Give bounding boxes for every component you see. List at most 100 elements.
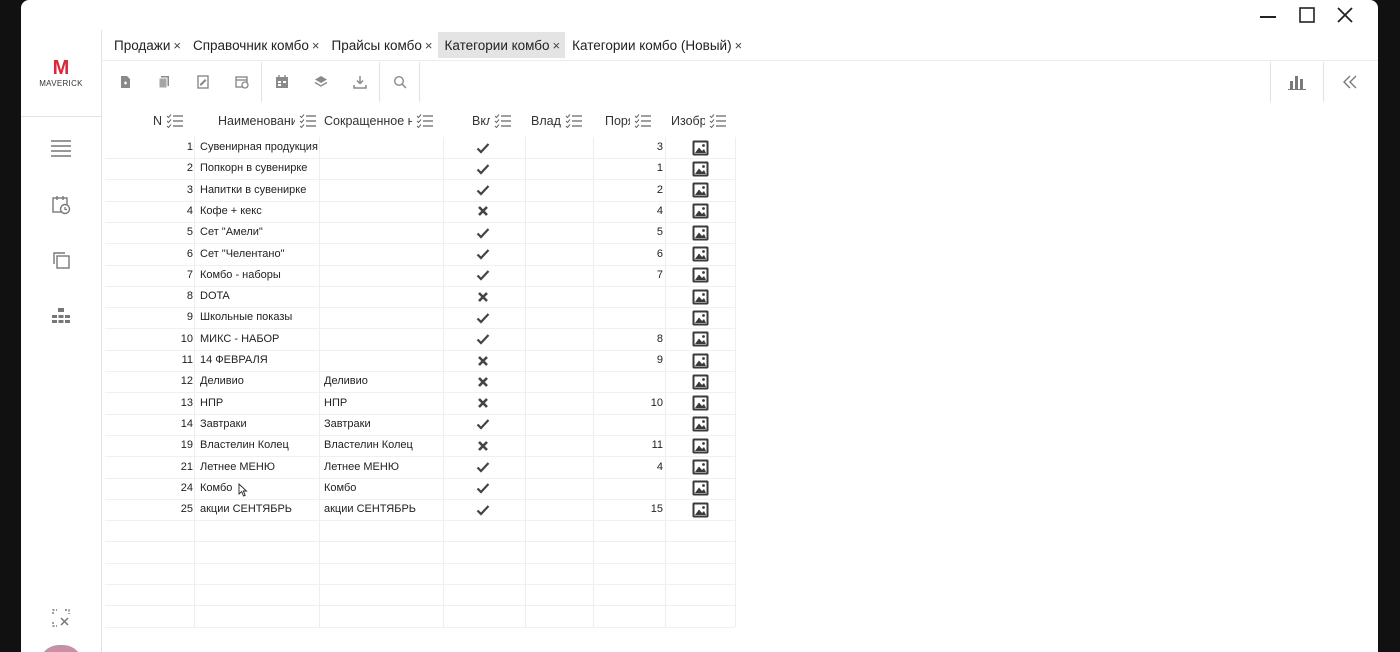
- avatar[interactable]: [39, 645, 83, 652]
- copy-document-icon[interactable]: [144, 62, 183, 102]
- column-filter-icon[interactable]: [412, 113, 434, 129]
- column-filter-icon[interactable]: [705, 113, 727, 129]
- table-row[interactable]: [105, 584, 735, 607]
- selection-close-icon[interactable]: [48, 605, 74, 631]
- image-icon[interactable]: [692, 222, 710, 243]
- table-row[interactable]: 7 Комбо - наборы 7: [105, 265, 735, 287]
- close-icon[interactable]: [1328, 4, 1362, 26]
- image-icon[interactable]: [692, 158, 710, 179]
- tab-3[interactable]: Прайсы комбо ×: [325, 32, 438, 58]
- image-icon[interactable]: [692, 499, 710, 520]
- image-icon[interactable]: [692, 286, 710, 307]
- tab-close-icon[interactable]: ×: [312, 38, 320, 53]
- copy-icon[interactable]: [48, 247, 74, 273]
- row-number: 19: [180, 439, 193, 452]
- row-order: 3: [656, 141, 663, 153]
- search-icon[interactable]: [380, 62, 419, 102]
- image-icon[interactable]: [692, 307, 710, 328]
- image-icon[interactable]: [692, 201, 710, 222]
- edit-document-icon[interactable]: [183, 62, 222, 102]
- table-row[interactable]: 12 Деливио Деливио: [105, 371, 735, 394]
- tab-close-icon[interactable]: ×: [735, 38, 743, 53]
- table-row[interactable]: 8 DOTA: [105, 286, 735, 309]
- column-header[interactable]: Изобр: [671, 111, 727, 131]
- tab-5[interactable]: Категории комбо (Новый) ×: [565, 32, 747, 58]
- table-row[interactable]: 14 Завтраки Завтраки: [105, 414, 735, 436]
- maximize-icon[interactable]: [1290, 4, 1324, 26]
- table-row[interactable]: 3 Напитки в сувенирке 2: [105, 180, 735, 202]
- table-row[interactable]: 9 Школьные показы: [105, 307, 735, 330]
- row-name: Кофе + кекс: [200, 204, 262, 217]
- hierarchy-icon[interactable]: [48, 303, 74, 329]
- table-row[interactable]: [105, 542, 735, 564]
- column-header[interactable]: Наименовани: [218, 111, 317, 131]
- table-row[interactable]: 19 Властелин Колец Властелин Колец 11: [105, 435, 735, 458]
- image-icon[interactable]: [692, 478, 710, 499]
- table-row[interactable]: 5 Сет "Амели" 5: [105, 222, 735, 245]
- tab-2[interactable]: Справочник комбо ×: [186, 32, 325, 58]
- table-row[interactable]: 13 НПР НПР 10: [105, 393, 735, 415]
- image-icon[interactable]: [692, 137, 710, 158]
- image-icon[interactable]: [692, 371, 710, 392]
- calendar-clock-icon[interactable]: [48, 192, 74, 218]
- row-short-name: [324, 244, 444, 265]
- check-icon: [475, 265, 491, 286]
- minimize-icon[interactable]: [1251, 4, 1285, 26]
- table-row[interactable]: 25 акции СЕНТЯБРЬ акции СЕНТЯБРЬ 15: [105, 499, 735, 522]
- layers-icon[interactable]: [301, 62, 340, 102]
- table-row[interactable]: [105, 563, 735, 585]
- collapse-panel-icon[interactable]: [1324, 62, 1376, 102]
- column-filter-icon[interactable]: [561, 113, 583, 129]
- image-icon[interactable]: [692, 180, 710, 201]
- menu-icon[interactable]: [48, 135, 74, 161]
- table-row[interactable]: 21 Летнее МЕНЮ Летнее МЕНЮ 4: [105, 457, 735, 479]
- tab-1[interactable]: Продажи ×: [107, 32, 186, 58]
- image-icon[interactable]: [692, 435, 710, 456]
- column-header[interactable]: Сокращенное на: [324, 111, 434, 131]
- table-row[interactable]: 4 Кофе + кекс 4: [105, 201, 735, 223]
- image-icon[interactable]: [692, 414, 710, 435]
- image-icon[interactable]: [692, 350, 710, 371]
- tab-4[interactable]: Категории комбо ×: [437, 32, 566, 58]
- row-number: 25: [180, 503, 193, 516]
- calendar-icon[interactable]: [262, 62, 301, 102]
- column-header[interactable]: Влад: [531, 111, 583, 131]
- table-row[interactable]: 10 МИКС - НАБОР 8: [105, 329, 735, 351]
- toolbar-separator: [419, 62, 420, 102]
- tab-label: Категории комбо: [444, 37, 550, 53]
- row-number: 24: [180, 481, 193, 494]
- column-header-label: Изобр: [671, 114, 705, 128]
- column-filter-icon[interactable]: [295, 113, 317, 129]
- row-order: 10: [650, 396, 663, 409]
- image-icon[interactable]: [692, 329, 710, 350]
- column-header[interactable]: Поря: [605, 111, 652, 131]
- bar-chart-icon[interactable]: [1271, 62, 1323, 102]
- tab-close-icon[interactable]: ×: [553, 38, 561, 53]
- column-filter-icon[interactable]: [162, 113, 184, 129]
- table-row[interactable]: 24 Комбо Комбо: [105, 478, 735, 500]
- tab-close-icon[interactable]: ×: [425, 38, 433, 53]
- image-icon[interactable]: [692, 393, 710, 414]
- logo-text: MAVERICK: [39, 79, 83, 88]
- row-short-name: Комбо: [324, 481, 357, 494]
- settings-document-icon[interactable]: [222, 62, 261, 102]
- image-icon[interactable]: [692, 457, 710, 478]
- table-row[interactable]: 11 14 ФЕВРАЛЯ 9: [105, 350, 735, 372]
- new-document-icon[interactable]: [105, 62, 144, 102]
- column-header[interactable]: N: [153, 111, 184, 131]
- column-header-label: Влад: [531, 114, 561, 128]
- column-filter-icon[interactable]: [490, 113, 512, 129]
- column-header[interactable]: Вкл: [472, 111, 512, 131]
- table-row[interactable]: 1 Сувенирная продукция 3: [105, 137, 735, 159]
- tab-close-icon[interactable]: ×: [173, 38, 181, 53]
- table-row[interactable]: 2 Попкорн в сувенирке 1: [105, 158, 735, 181]
- download-icon[interactable]: [340, 62, 379, 102]
- image-icon[interactable]: [692, 265, 710, 286]
- table-row[interactable]: 6 Сет "Челентано" 6: [105, 244, 735, 266]
- column-header-label: Вкл: [472, 114, 490, 128]
- table-row[interactable]: [105, 606, 735, 628]
- image-icon[interactable]: [692, 244, 710, 265]
- check-icon: [475, 307, 491, 328]
- column-filter-icon[interactable]: [630, 113, 652, 129]
- table-row[interactable]: [105, 520, 735, 543]
